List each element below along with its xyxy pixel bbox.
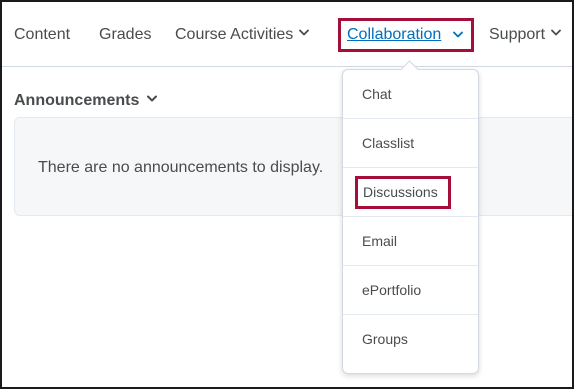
browser-frame: Content Grades Course Activities Collabo…: [0, 0, 574, 389]
menu-item-label: Groups: [362, 331, 408, 347]
chevron-down-icon: [453, 31, 463, 38]
collaboration-dropdown-menu: Chat Classlist Discussions Email ePortfo…: [342, 60, 479, 374]
chevron-down-icon: [147, 95, 158, 102]
menu-item-discussions[interactable]: Discussions: [343, 168, 478, 217]
menu-item-label: Email: [362, 233, 398, 249]
empty-announcements-message: There are no announcements to display.: [38, 159, 324, 176]
nav-course-activities[interactable]: Course Activities: [175, 25, 310, 45]
menu-item-chat[interactable]: Chat: [343, 70, 478, 119]
menu-item-groups[interactable]: Groups: [343, 315, 478, 364]
nav-grades[interactable]: Grades: [99, 25, 151, 45]
chevron-down-icon: [299, 29, 310, 36]
menu-item-label: Chat: [362, 86, 392, 102]
nav-support[interactable]: Support: [489, 25, 561, 45]
menu-item-label: Discussions: [363, 184, 438, 200]
nav-support-label: Support: [489, 26, 546, 43]
nav-collaboration[interactable]: Collaboration: [338, 18, 474, 52]
menu-item-label: Classlist: [362, 135, 415, 151]
menu-item-email[interactable]: Email: [343, 217, 478, 266]
announcements-title-label: Announcements: [14, 92, 140, 109]
course-navbar: Content Grades Course Activities Collabo…: [2, 2, 572, 67]
nav-content[interactable]: Content: [14, 25, 70, 45]
menu-item-label: ePortfolio: [362, 282, 422, 298]
chevron-down-icon: [551, 29, 561, 36]
nav-course-activities-label: Course Activities: [175, 26, 294, 43]
menu-item-eportfolio[interactable]: ePortfolio: [343, 266, 478, 315]
announcements-panel: There are no announcements to display.: [14, 117, 572, 216]
nav-collaboration-label: Collaboration: [347, 26, 442, 43]
menu-item-classlist[interactable]: Classlist: [343, 119, 478, 168]
announcements-widget-title[interactable]: Announcements: [14, 92, 158, 110]
